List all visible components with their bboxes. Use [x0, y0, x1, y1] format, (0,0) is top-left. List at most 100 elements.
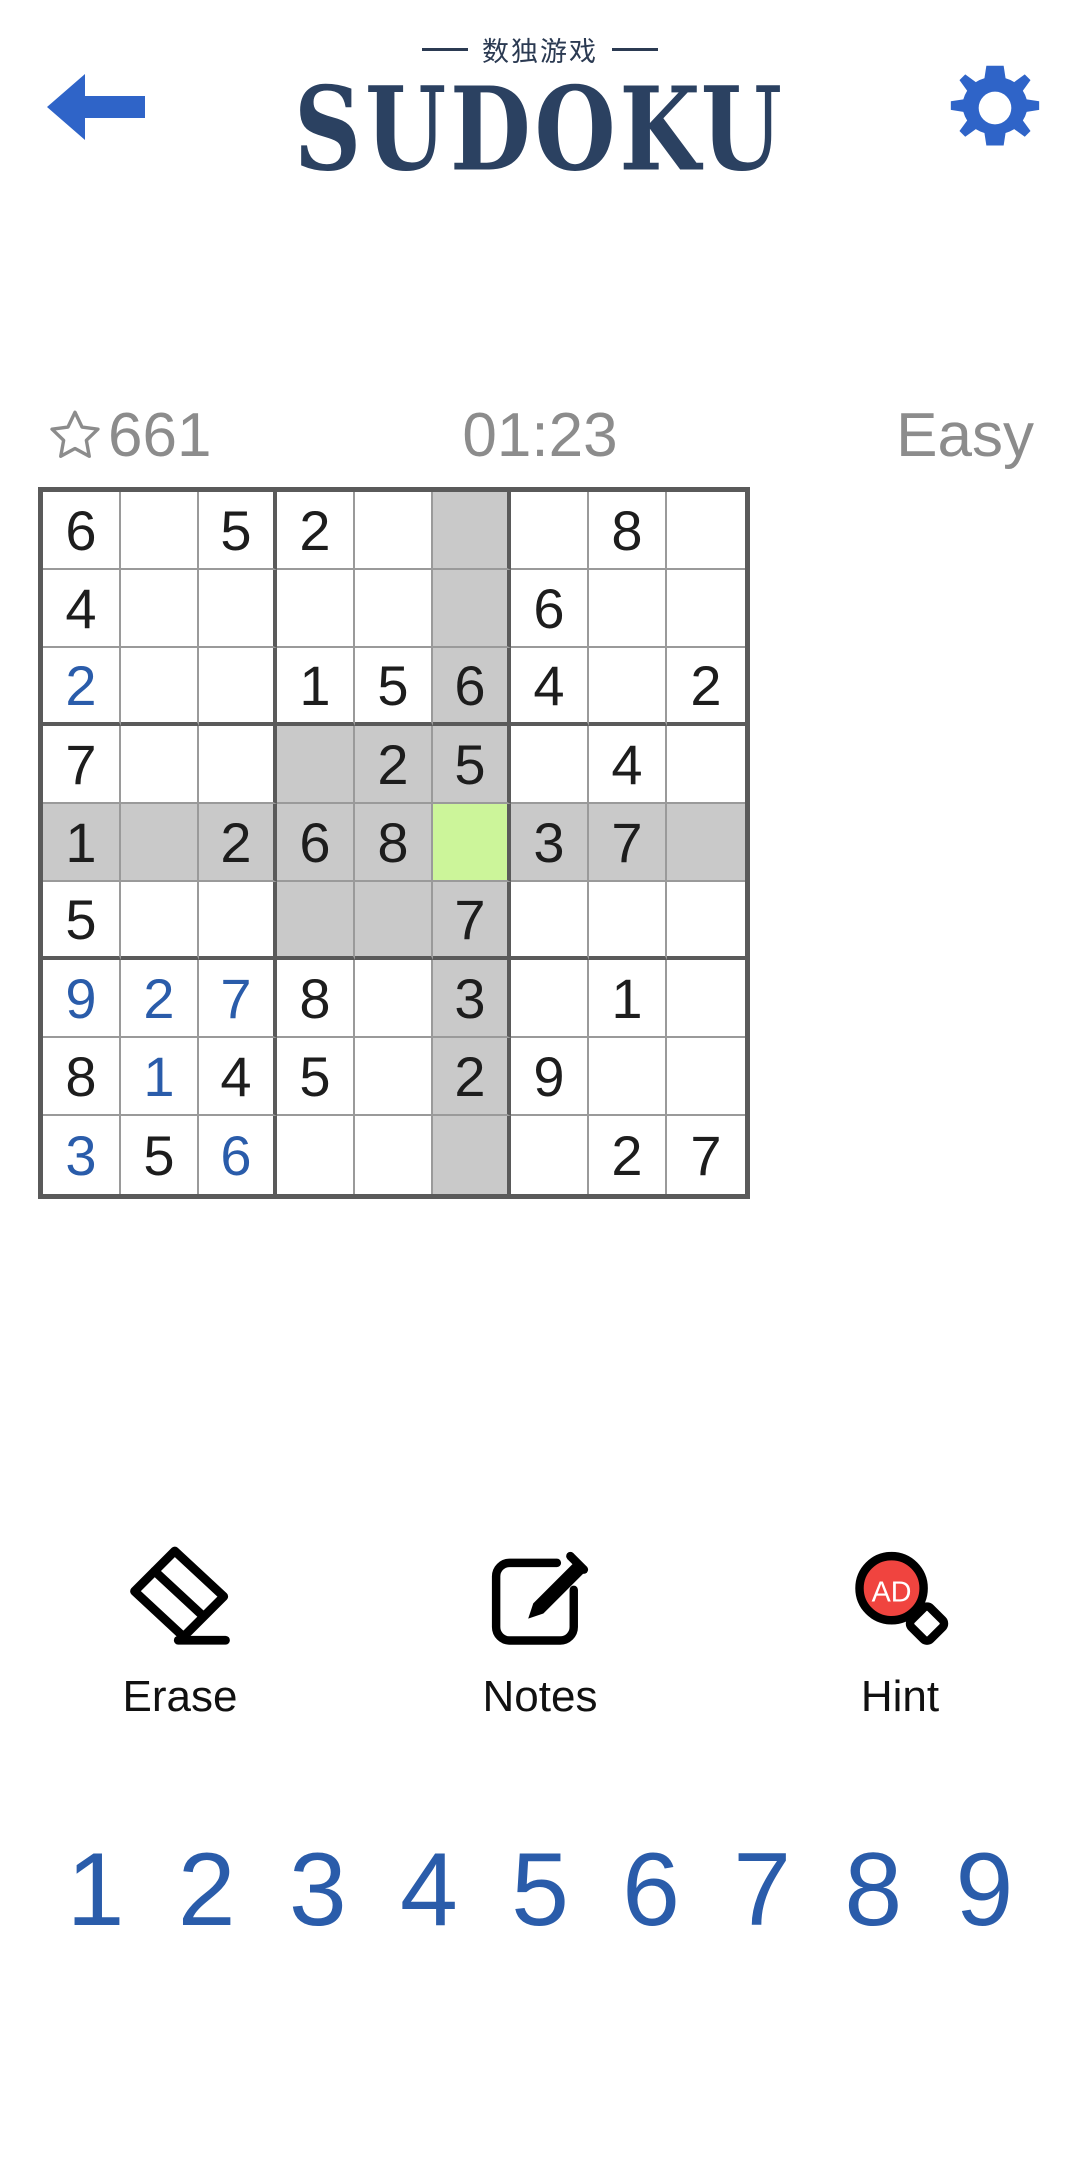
sudoku-cell-r5c8[interactable]: 7 [589, 804, 667, 882]
sudoku-cell-r2c9[interactable] [667, 570, 745, 648]
ad-badge-text: AD [872, 1577, 912, 1609]
numpad-key-3[interactable]: 3 [262, 1838, 373, 1942]
sudoku-cell-r2c7[interactable]: 6 [511, 570, 589, 648]
sudoku-cell-r8c7[interactable]: 9 [511, 1038, 589, 1116]
sudoku-cell-r7c2[interactable]: 2 [121, 960, 199, 1038]
sudoku-cell-r7c1[interactable]: 9 [43, 960, 121, 1038]
sudoku-cell-r1c6[interactable] [433, 492, 511, 570]
sudoku-cell-r9c5[interactable] [355, 1116, 433, 1194]
sudoku-cell-r3c4[interactable]: 1 [277, 648, 355, 726]
sudoku-cell-r4c1[interactable]: 7 [43, 726, 121, 804]
settings-button[interactable] [940, 58, 1050, 158]
sudoku-cell-r9c1[interactable]: 3 [43, 1116, 121, 1194]
sudoku-cell-r3c6[interactable]: 6 [433, 648, 511, 726]
sudoku-cell-r1c2[interactable] [121, 492, 199, 570]
numpad-key-8[interactable]: 8 [818, 1838, 929, 1942]
sudoku-cell-r3c9[interactable]: 2 [667, 648, 745, 726]
sudoku-cell-r7c6[interactable]: 3 [433, 960, 511, 1038]
sudoku-cell-r7c4[interactable]: 8 [277, 960, 355, 1038]
numpad-key-4[interactable]: 4 [373, 1838, 484, 1942]
sudoku-cell-r9c9[interactable]: 7 [667, 1116, 745, 1194]
sudoku-cell-r6c2[interactable] [121, 882, 199, 960]
sudoku-board[interactable]: 6528462156427254126837579278318145293562… [38, 487, 750, 1199]
sudoku-cell-r1c9[interactable] [667, 492, 745, 570]
title-rule-left [422, 48, 468, 51]
sudoku-cell-r6c5[interactable] [355, 882, 433, 960]
sudoku-cell-r5c1[interactable]: 1 [43, 804, 121, 882]
sudoku-cell-r2c4[interactable] [277, 570, 355, 648]
sudoku-cell-r8c9[interactable] [667, 1038, 745, 1116]
title-block: 数独游戏 SUDOKU [0, 30, 1080, 194]
sudoku-cell-r3c2[interactable] [121, 648, 199, 726]
sudoku-cell-r4c7[interactable] [511, 726, 589, 804]
sudoku-cell-r7c8[interactable]: 1 [589, 960, 667, 1038]
sudoku-cell-r9c6[interactable] [433, 1116, 511, 1194]
sudoku-cell-r5c7[interactable]: 3 [511, 804, 589, 882]
sudoku-cell-r3c3[interactable] [199, 648, 277, 726]
sudoku-cell-r6c3[interactable] [199, 882, 277, 960]
numpad-key-9[interactable]: 9 [929, 1838, 1040, 1942]
sudoku-cell-r2c2[interactable] [121, 570, 199, 648]
note-pencil-icon [491, 1551, 589, 1645]
sudoku-cell-r5c6[interactable] [433, 804, 511, 882]
sudoku-cell-r6c7[interactable] [511, 882, 589, 960]
sudoku-cell-r6c6[interactable]: 7 [433, 882, 511, 960]
sudoku-cell-r3c1[interactable]: 2 [43, 648, 121, 726]
sudoku-cell-r5c9[interactable] [667, 804, 745, 882]
sudoku-cell-r7c3[interactable]: 7 [199, 960, 277, 1038]
sudoku-cell-r9c3[interactable]: 6 [199, 1116, 277, 1194]
sudoku-cell-r4c4[interactable] [277, 726, 355, 804]
numpad-key-1[interactable]: 1 [40, 1838, 151, 1942]
sudoku-cell-r4c9[interactable] [667, 726, 745, 804]
sudoku-cell-r5c2[interactable] [121, 804, 199, 882]
sudoku-cell-r7c7[interactable] [511, 960, 589, 1038]
sudoku-cell-r6c9[interactable] [667, 882, 745, 960]
sudoku-cell-r2c5[interactable] [355, 570, 433, 648]
sudoku-cell-r2c6[interactable] [433, 570, 511, 648]
sudoku-cell-r5c3[interactable]: 2 [199, 804, 277, 882]
sudoku-cell-r1c3[interactable]: 5 [199, 492, 277, 570]
sudoku-cell-r8c1[interactable]: 8 [43, 1038, 121, 1116]
sudoku-cell-r9c4[interactable] [277, 1116, 355, 1194]
sudoku-cell-r5c4[interactable]: 6 [277, 804, 355, 882]
sudoku-cell-r8c5[interactable] [355, 1038, 433, 1116]
sudoku-cell-r2c3[interactable] [199, 570, 277, 648]
sudoku-cell-r6c4[interactable] [277, 882, 355, 960]
sudoku-cell-r1c1[interactable]: 6 [43, 492, 121, 570]
notes-button[interactable]: Notes [360, 1540, 720, 1770]
sudoku-cell-r7c5[interactable] [355, 960, 433, 1038]
sudoku-cell-r6c8[interactable] [589, 882, 667, 960]
sudoku-cell-r6c1[interactable]: 5 [43, 882, 121, 960]
sudoku-cell-r4c5[interactable]: 2 [355, 726, 433, 804]
sudoku-cell-r4c8[interactable]: 4 [589, 726, 667, 804]
magnifier-ad-icon: AD [855, 1551, 949, 1645]
sudoku-cell-r3c5[interactable]: 5 [355, 648, 433, 726]
numpad-key-2[interactable]: 2 [151, 1838, 262, 1942]
sudoku-cell-r1c7[interactable] [511, 492, 589, 570]
sudoku-cell-r1c4[interactable]: 2 [277, 492, 355, 570]
sudoku-cell-r8c3[interactable]: 4 [199, 1038, 277, 1116]
hint-button[interactable]: AD Hint [720, 1540, 1080, 1770]
sudoku-cell-r5c5[interactable]: 8 [355, 804, 433, 882]
sudoku-cell-r8c6[interactable]: 2 [433, 1038, 511, 1116]
sudoku-cell-r2c8[interactable] [589, 570, 667, 648]
sudoku-cell-r9c7[interactable] [511, 1116, 589, 1194]
sudoku-cell-r8c4[interactable]: 5 [277, 1038, 355, 1116]
sudoku-cell-r4c3[interactable] [199, 726, 277, 804]
sudoku-cell-r9c2[interactable]: 5 [121, 1116, 199, 1194]
sudoku-cell-r4c2[interactable] [121, 726, 199, 804]
sudoku-cell-r4c6[interactable]: 5 [433, 726, 511, 804]
sudoku-cell-r9c8[interactable]: 2 [589, 1116, 667, 1194]
sudoku-cell-r3c7[interactable]: 4 [511, 648, 589, 726]
sudoku-cell-r3c8[interactable] [589, 648, 667, 726]
sudoku-cell-r8c8[interactable] [589, 1038, 667, 1116]
sudoku-cell-r2c1[interactable]: 4 [43, 570, 121, 648]
sudoku-cell-r1c5[interactable] [355, 492, 433, 570]
numpad-key-5[interactable]: 5 [484, 1838, 595, 1942]
sudoku-cell-r7c9[interactable] [667, 960, 745, 1038]
numpad-key-7[interactable]: 7 [707, 1838, 818, 1942]
sudoku-cell-r1c8[interactable]: 8 [589, 492, 667, 570]
numpad-key-6[interactable]: 6 [596, 1838, 707, 1942]
sudoku-cell-r8c2[interactable]: 1 [121, 1038, 199, 1116]
erase-button[interactable]: Erase [0, 1540, 360, 1770]
